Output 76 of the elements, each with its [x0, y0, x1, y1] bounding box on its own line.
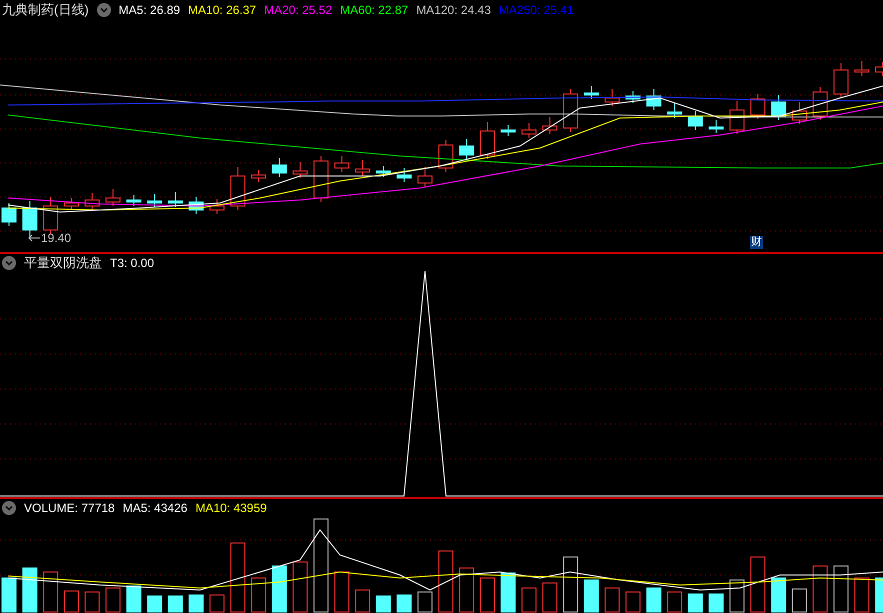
candlestick — [292, 162, 308, 178]
indicator-title: 平量双阴洗盘 — [24, 254, 102, 272]
volume-bar — [875, 578, 883, 612]
candlestick — [834, 62, 848, 98]
candlestick — [251, 170, 266, 182]
candlestick — [522, 122, 536, 138]
candlestick — [376, 166, 391, 178]
candlestick — [188, 196, 204, 214]
chart-title: 九典制药(日线) — [2, 1, 89, 19]
volume-bar — [396, 594, 412, 612]
volume-bar — [500, 572, 516, 612]
finance-badge[interactable]: 财 — [750, 236, 763, 249]
volume-bar — [771, 578, 786, 612]
candlestick — [480, 122, 495, 160]
price-label: 19.40 — [41, 231, 72, 245]
legend-value: MA120: 24.43 — [416, 3, 491, 17]
candlestick — [168, 192, 183, 208]
candlestick — [584, 86, 599, 100]
candlestick — [750, 94, 766, 120]
candlestick — [147, 194, 162, 208]
candlestick — [812, 86, 828, 120]
candlestick — [418, 166, 432, 188]
volume-bar — [708, 594, 724, 612]
candlestick — [272, 158, 287, 178]
left-arrow-icon — [28, 234, 40, 242]
volume-bar — [126, 586, 142, 612]
legend-value: MA10: 43959 — [195, 500, 267, 514]
collapse-icon[interactable] — [96, 3, 111, 17]
legend-value: MA10: 26.37 — [188, 3, 256, 17]
candlestick — [626, 90, 640, 104]
volume-bar — [584, 580, 599, 612]
volume-bar — [168, 596, 183, 612]
volume-bar — [688, 594, 703, 612]
candlestick — [314, 156, 328, 202]
legend-value: MA5: 43426 — [122, 500, 188, 514]
candlestick — [459, 138, 474, 160]
volume-bar — [2, 578, 16, 612]
candlestick — [355, 160, 370, 176]
legend-value: MA60: 22.87 — [340, 3, 408, 17]
candlestick — [2, 202, 16, 226]
volume-bar — [147, 596, 162, 612]
candlestick — [438, 140, 454, 172]
candlestick — [126, 194, 142, 206]
candlestick — [542, 116, 558, 134]
candlestick — [230, 166, 246, 210]
collapse-icon[interactable] — [2, 256, 16, 270]
candlestick — [708, 120, 724, 134]
candlestick — [854, 60, 870, 76]
candlestick — [106, 188, 120, 206]
candlestick — [84, 192, 100, 210]
volume-bar — [272, 566, 287, 612]
volume-bar — [646, 588, 662, 612]
legend-value: T3: 0.00 — [110, 256, 154, 270]
candlestick — [792, 102, 807, 124]
candlestick — [64, 198, 79, 210]
candlestick — [771, 94, 786, 120]
candlestick — [396, 168, 412, 182]
candlestick — [334, 156, 350, 172]
volume-bar — [376, 596, 391, 612]
candlestick — [500, 124, 516, 136]
candlestick — [730, 100, 744, 134]
legend-value: MA5: 26.89 — [118, 3, 180, 17]
candlestick — [667, 102, 682, 118]
legend-value: MA20: 25.52 — [264, 3, 332, 17]
volume-bar — [22, 568, 38, 612]
candlestick — [43, 196, 58, 234]
legend-value: MA250: 25.41 — [498, 3, 574, 17]
collapse-icon[interactable] — [2, 500, 16, 514]
candlestick — [688, 110, 703, 130]
candlestick — [22, 200, 38, 238]
legend-value: VOLUME: 77718 — [24, 500, 115, 514]
candlestick — [646, 88, 662, 110]
candlestick — [604, 88, 620, 106]
candlestick — [210, 198, 224, 214]
candlestick — [563, 88, 578, 132]
volume-bar — [188, 594, 204, 612]
